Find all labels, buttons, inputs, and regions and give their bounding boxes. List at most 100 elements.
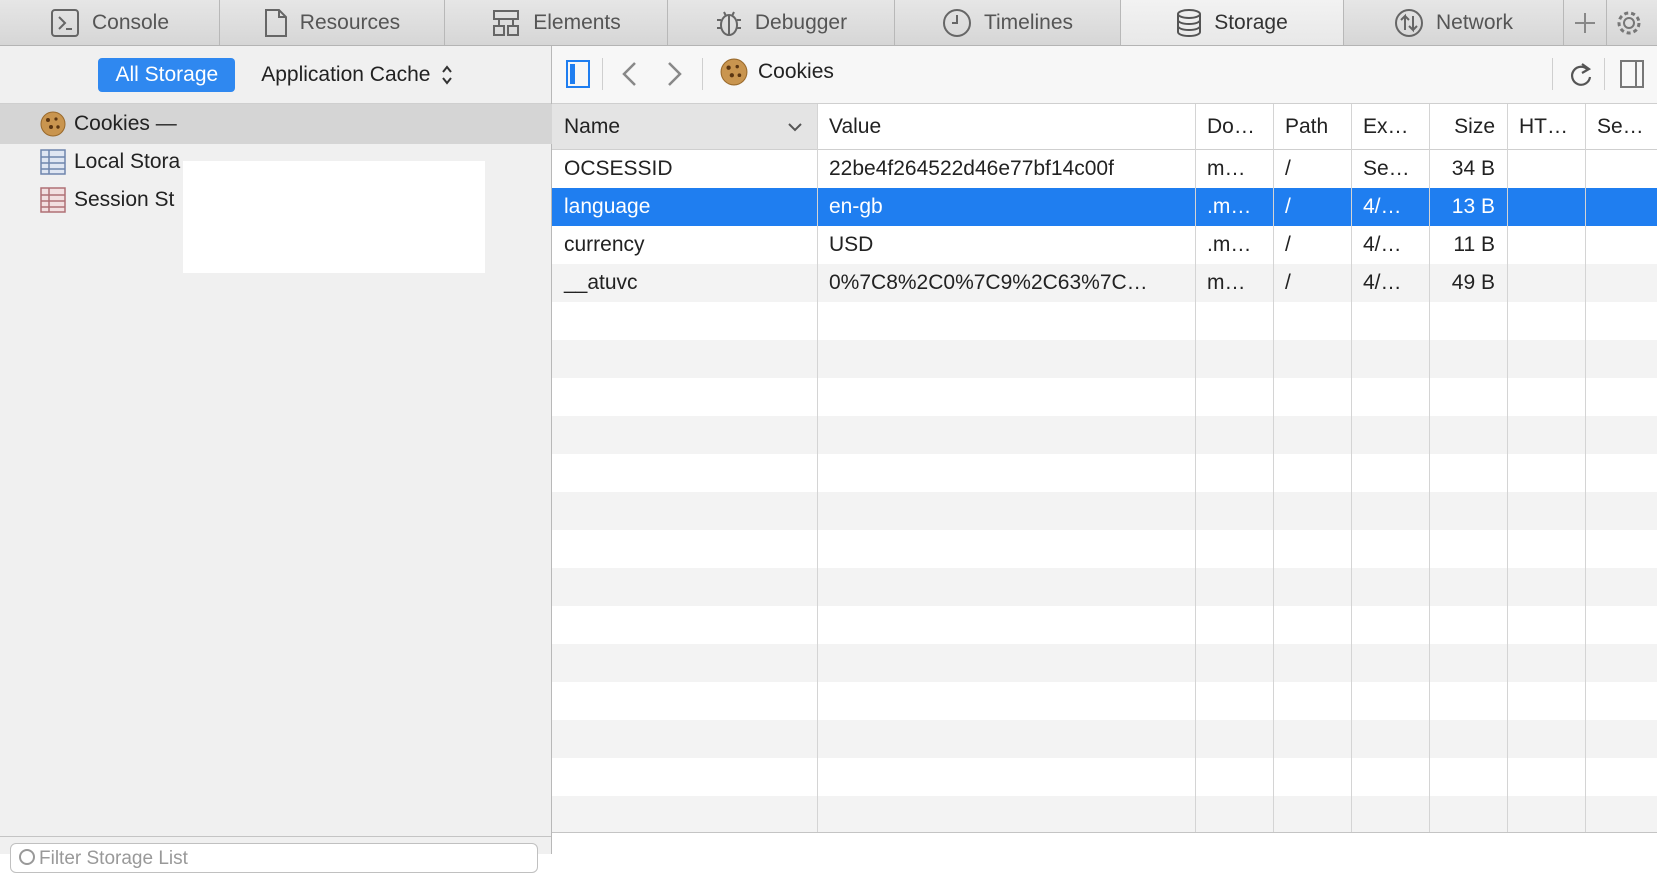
cell-http [1507, 188, 1585, 226]
column-header-label: Name [564, 115, 621, 138]
new-tab-button[interactable] [1564, 0, 1607, 45]
cookie-icon [720, 58, 748, 86]
column-header-secure[interactable]: Se… [1585, 104, 1657, 149]
application-cache-label: Application Cache [261, 62, 431, 86]
filter-bar: Filter Storage List [0, 836, 551, 873]
cookies-table: Name Value Do… Path Ex… Size HT… Se… OCS… [552, 104, 1657, 844]
column-divider [1273, 104, 1274, 844]
breadcrumb-label: Cookies [758, 60, 834, 83]
tab-timelines[interactable]: Timelines [895, 0, 1121, 45]
cell-name: currency [564, 233, 645, 256]
cell-path: / [1285, 157, 1291, 180]
table-row-empty [552, 492, 1657, 530]
cell-value: 22be4f264522d46e77bf14c00f [829, 157, 1114, 180]
tab-resources[interactable]: Resources [220, 0, 445, 45]
document-icon [264, 8, 287, 37]
table-row[interactable]: OCSESSID 22be4f264522d46e77bf14c00f m… / Se…… [552, 150, 1657, 188]
sidebar-item-label: Session St [74, 188, 175, 211]
cell-secure [1585, 150, 1657, 188]
sidebar-item-cookies[interactable]: Cookies — [0, 104, 552, 144]
cell-size: 49 B [1451, 271, 1495, 294]
tab-label: Network [1435, 10, 1514, 34]
cell-expires: Se… [1363, 157, 1410, 180]
cell-path: / [1285, 271, 1291, 294]
settings-button[interactable] [1607, 0, 1651, 45]
toggle-sidebar-icon[interactable] [566, 60, 590, 88]
column-header-path[interactable]: Path [1273, 104, 1351, 149]
status-strip [552, 832, 1657, 854]
redaction-box [183, 161, 485, 273]
plus-icon [1575, 12, 1595, 33]
console-icon [50, 8, 79, 37]
tab-label: Debugger [754, 10, 848, 34]
application-cache-selector[interactable]: Application Cache [261, 63, 452, 87]
column-header-http[interactable]: HT… [1507, 104, 1585, 149]
cell-expires: 4/… [1363, 271, 1402, 294]
elements-icon [493, 9, 520, 36]
cell-expires: 4/… [1363, 233, 1402, 256]
cookie-icon [40, 111, 66, 137]
tab-label: Timelines [983, 10, 1074, 34]
table-row-empty [552, 302, 1657, 340]
column-divider [817, 104, 818, 844]
tab-label: Console [91, 10, 170, 34]
table-row-empty [552, 644, 1657, 682]
table-row-empty [552, 378, 1657, 416]
separator [1552, 58, 1553, 90]
cell-domain: .m… [1207, 233, 1252, 256]
tab-console[interactable]: Console [0, 0, 220, 45]
cell-http [1507, 264, 1585, 302]
cell-secure [1585, 188, 1657, 226]
cell-http [1507, 226, 1585, 264]
filter-storage-input[interactable]: Filter Storage List [10, 843, 538, 873]
column-divider [1507, 104, 1508, 844]
column-divider [1195, 104, 1196, 844]
column-header-expires[interactable]: Ex… [1351, 104, 1429, 149]
column-header-name[interactable]: Name [552, 104, 817, 149]
tab-elements[interactable]: Elements [445, 0, 668, 45]
storage-content: Cookies Name Value Do… Path Ex… Size HT…… [552, 46, 1657, 854]
cell-domain: m… [1207, 157, 1246, 180]
back-arrow-icon[interactable] [620, 60, 638, 88]
table-icon-red [40, 187, 66, 213]
separator [1604, 58, 1605, 90]
table-header: Name Value Do… Path Ex… Size HT… Se… [552, 104, 1657, 150]
table-row[interactable]: __atuvc 0%7C8%2C0%7C9%2C63%7C… m… / 4/… 49 B [552, 264, 1657, 302]
breadcrumb[interactable]: Cookies [720, 58, 834, 86]
column-divider [1351, 104, 1352, 844]
all-storage-button[interactable]: All Storage [98, 57, 236, 92]
sidebar-item-label: Cookies — [74, 112, 177, 135]
forward-arrow-icon[interactable] [666, 60, 684, 88]
gear-icon [1617, 11, 1641, 34]
tab-network[interactable]: Network [1344, 0, 1564, 45]
column-divider [1585, 104, 1586, 844]
table-row-empty [552, 454, 1657, 492]
table-row-empty [552, 758, 1657, 796]
scope-bar: All Storage Application Cache [0, 46, 551, 104]
details-sidebar-icon[interactable] [1620, 60, 1644, 88]
table-row[interactable]: language en-gb .m… / 4/… 13 B [552, 188, 1657, 226]
tab-debugger[interactable]: Debugger [668, 0, 895, 45]
cell-value: en-gb [829, 195, 883, 218]
cell-name: __atuvc [564, 271, 638, 294]
refresh-icon[interactable] [1568, 60, 1594, 88]
filter-placeholder: Filter Storage List [39, 848, 188, 869]
cell-value: USD [829, 233, 874, 256]
column-header-value[interactable]: Value [817, 104, 1195, 149]
sort-chevron-icon [788, 123, 802, 132]
column-header-domain[interactable]: Do… [1195, 104, 1273, 149]
network-icon [1394, 8, 1423, 37]
table-row-empty [552, 568, 1657, 606]
table-row-empty [552, 720, 1657, 758]
tab-label: Resources [299, 10, 401, 34]
tab-label: Elements [533, 10, 621, 34]
tab-storage[interactable]: Storage [1121, 0, 1344, 45]
navigation-bar: Cookies [552, 46, 1657, 104]
column-divider [1429, 104, 1430, 844]
column-header-size[interactable]: Size [1429, 104, 1507, 149]
table-row-empty [552, 796, 1657, 834]
cell-size: 34 B [1451, 157, 1495, 180]
cell-size: 11 B [1453, 233, 1495, 256]
table-row-empty [552, 682, 1657, 720]
table-row[interactable]: currency USD .m… / 4/… 11 B [552, 226, 1657, 264]
